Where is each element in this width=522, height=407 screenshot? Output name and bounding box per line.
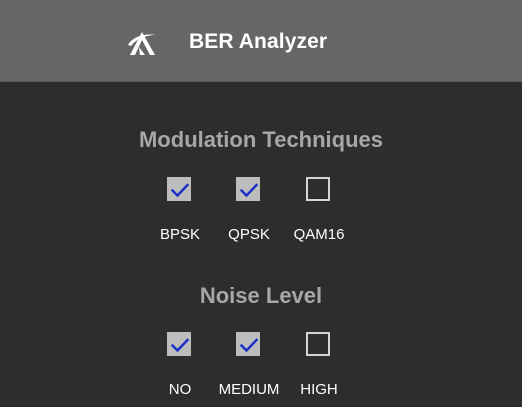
option-bpsk: BPSK <box>140 177 220 249</box>
no-noise-checkbox[interactable] <box>167 332 191 356</box>
checkmark-icon <box>239 338 259 353</box>
app-header: BER Analyzer <box>0 0 522 82</box>
app-logo-icon <box>128 32 156 55</box>
checkmark-icon <box>170 183 190 198</box>
qam16-label: QAM16 <box>293 226 345 243</box>
bpsk-label: BPSK <box>159 226 201 243</box>
checkmark-icon <box>239 183 259 198</box>
option-qpsk: QPSK <box>209 177 289 249</box>
app-title: BER Analyzer <box>189 30 328 53</box>
noise-section-title: Noise Level <box>199 283 323 308</box>
checkmark-icon <box>170 338 190 353</box>
ber-analyzer-app: BER Analyzer Modulation Techniques BPSK … <box>0 0 522 407</box>
modulation-section-title: Modulation Techniques <box>138 127 384 152</box>
option-qam16: QAM16 <box>279 177 359 249</box>
bpsk-checkbox[interactable] <box>167 177 191 201</box>
qpsk-checkbox[interactable] <box>236 177 260 201</box>
option-medium: MEDIUM <box>209 332 289 404</box>
option-high: HIGH <box>279 332 359 404</box>
qpsk-label: QPSK <box>228 226 270 243</box>
medium-noise-checkbox[interactable] <box>236 332 260 356</box>
qam16-checkbox[interactable] <box>306 177 330 201</box>
high-noise-label: HIGH <box>300 381 338 398</box>
high-noise-checkbox[interactable] <box>306 332 330 356</box>
